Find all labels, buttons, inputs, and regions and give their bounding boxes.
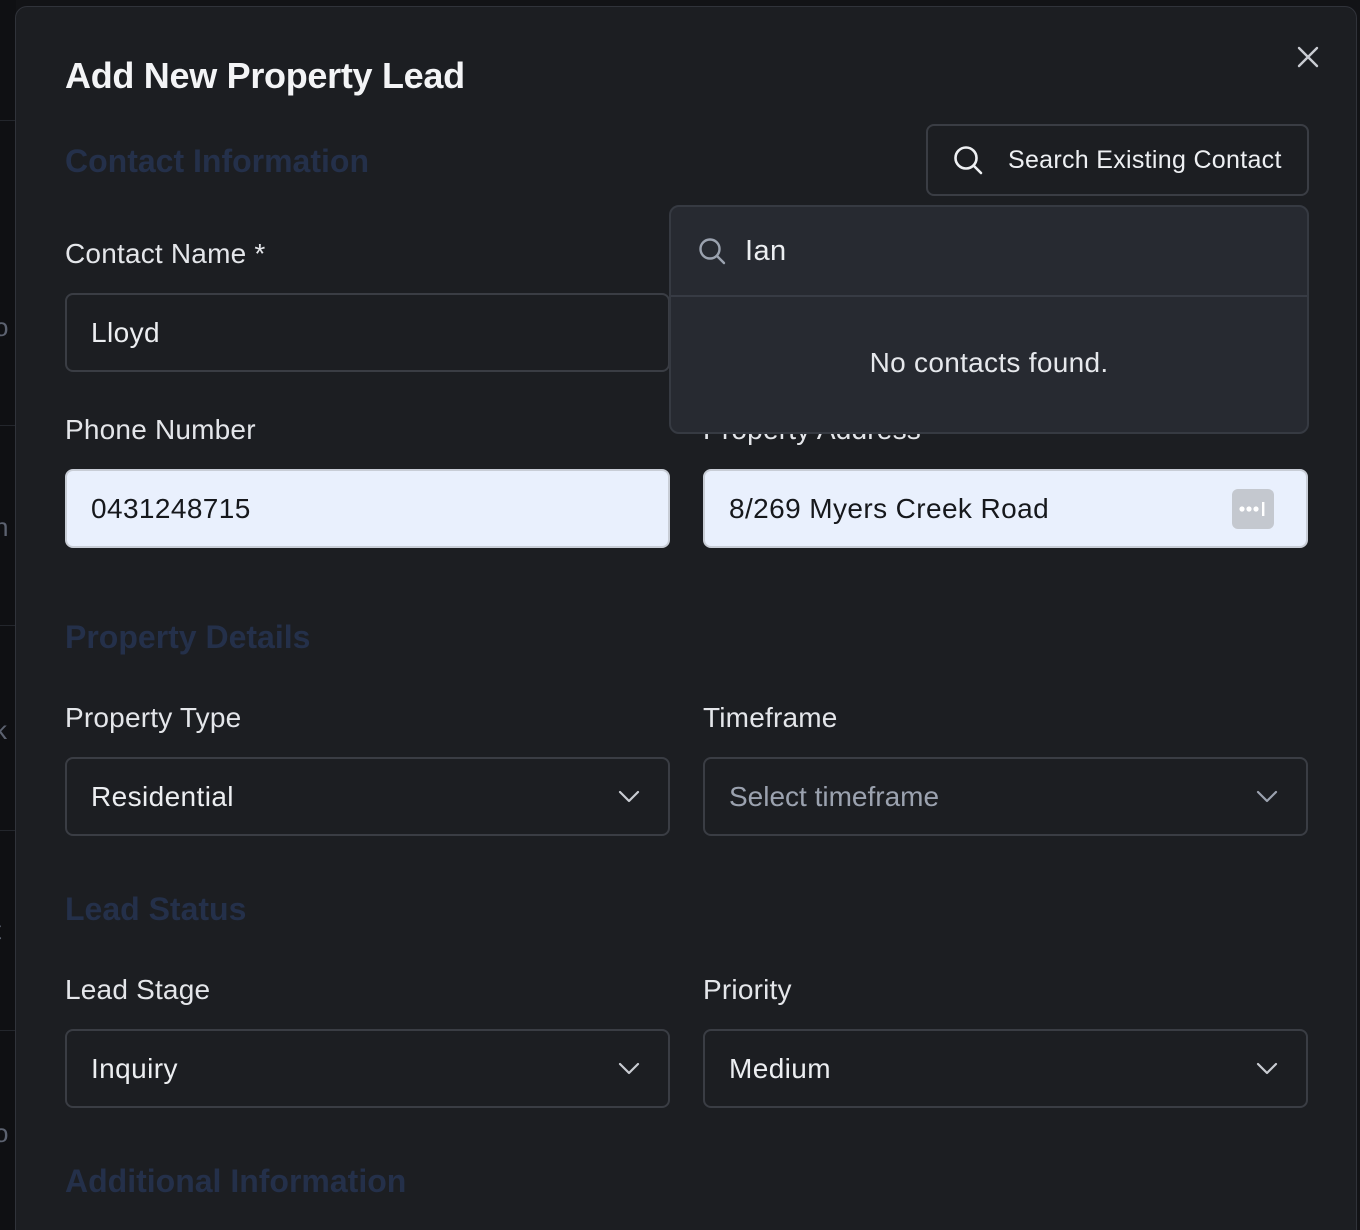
contact-name-label: Contact Name * — [65, 238, 266, 269]
search-existing-contact-label: Search Existing Contact — [1008, 145, 1282, 174]
chevron-down-icon — [618, 1062, 640, 1074]
property-address-value: 8/269 Myers Creek Road — [729, 492, 1050, 524]
close-icon — [1297, 46, 1319, 68]
more-dots-icon — [1239, 502, 1265, 516]
section-heading-property: Property Details — [65, 619, 311, 655]
timeframe-select[interactable]: Select timeframe — [703, 757, 1308, 836]
property-address-input[interactable]: 8/269 Myers Creek Road — [703, 469, 1308, 548]
backdrop-text: o — [0, 1118, 9, 1148]
phone-number-value: 0431248715 — [91, 492, 251, 524]
chevron-down-icon — [618, 790, 640, 802]
contact-search-popover: No contacts found. — [669, 205, 1309, 434]
lead-stage-label: Lead Stage — [65, 974, 211, 1005]
search-existing-contact-button[interactable]: Search Existing Contact — [926, 124, 1309, 196]
add-lead-modal: Add New Property Lead Contact Informatio… — [15, 6, 1357, 1230]
search-icon — [699, 238, 726, 265]
backdrop-text: o — [0, 312, 9, 342]
search-icon — [954, 146, 983, 175]
backdrop-text: n — [0, 512, 9, 542]
backdrop-text: t — [0, 915, 1, 946]
password-manager-button[interactable] — [1232, 489, 1274, 529]
lead-stage-select[interactable]: Inquiry — [65, 1029, 670, 1108]
chevron-down-icon — [1256, 1062, 1278, 1074]
priority-label: Priority — [703, 974, 792, 1005]
no-results-message: No contacts found. — [869, 347, 1109, 378]
close-button[interactable] — [1292, 41, 1324, 73]
backdrop-divider — [0, 120, 16, 121]
property-type-value: Residential — [91, 780, 234, 812]
modal-title: Add New Property Lead — [65, 55, 465, 96]
property-type-label: Property Type — [65, 702, 242, 733]
phone-number-label: Phone Number — [65, 414, 256, 445]
section-heading-lead: Lead Status — [65, 891, 247, 927]
phone-number-input[interactable]: 0431248715 — [65, 469, 670, 548]
priority-select[interactable]: Medium — [703, 1029, 1308, 1108]
section-heading-additional: Additional Information — [65, 1163, 407, 1199]
lead-stage-value: Inquiry — [91, 1052, 178, 1084]
backdrop-divider — [0, 830, 16, 831]
backdrop-divider — [0, 1030, 16, 1031]
priority-value: Medium — [729, 1052, 831, 1084]
contact-search-input[interactable] — [745, 234, 1245, 268]
contact-name-input[interactable]: Lloyd — [65, 293, 670, 372]
chevron-down-icon — [1256, 790, 1278, 802]
section-heading-contact: Contact Information — [65, 143, 369, 179]
backdrop-text: k — [0, 715, 7, 745]
backdrop-divider — [0, 425, 16, 426]
timeframe-label: Timeframe — [703, 702, 838, 733]
property-type-select[interactable]: Residential — [65, 757, 670, 836]
timeframe-placeholder: Select timeframe — [729, 780, 940, 812]
contact-name-value: Lloyd — [91, 316, 160, 348]
backdrop-divider — [0, 625, 16, 626]
contact-search-bar — [671, 207, 1307, 297]
backdrop-page — [0, 0, 16, 1230]
